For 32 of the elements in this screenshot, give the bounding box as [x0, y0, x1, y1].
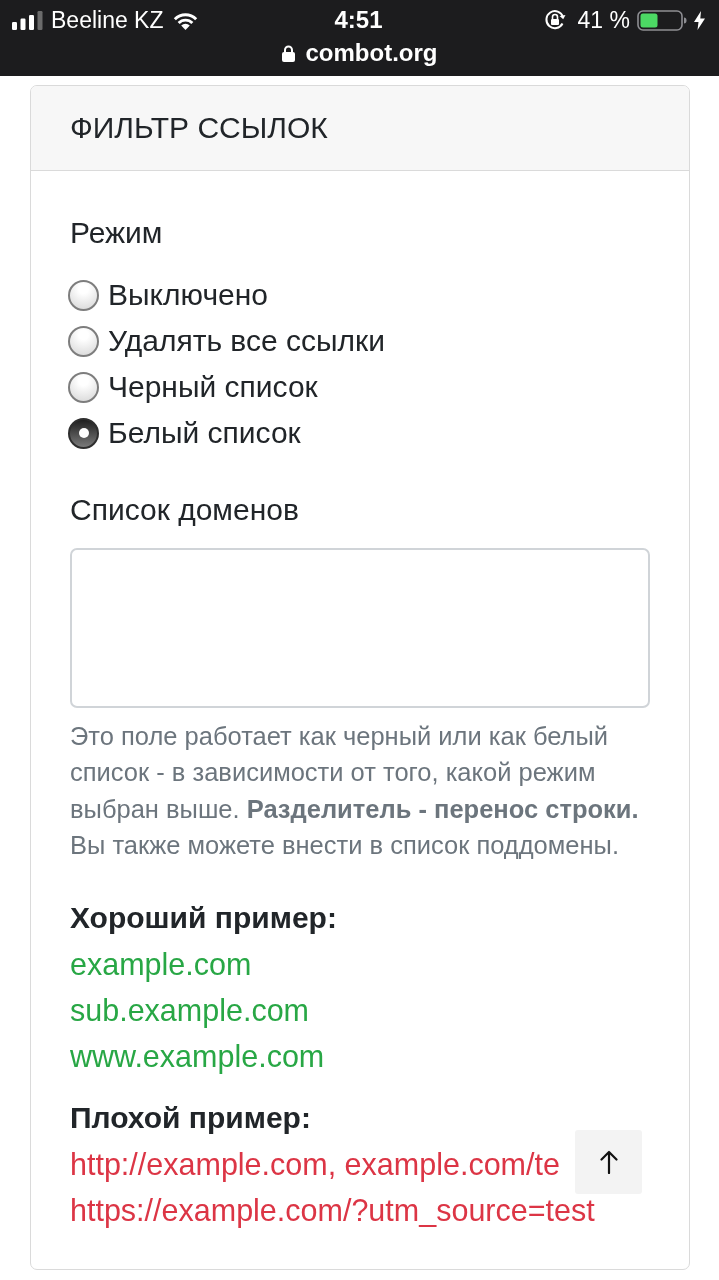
option-label[interactable]: Удалять все ссылки — [108, 324, 385, 358]
lock-icon — [281, 44, 295, 62]
clock-time: 4:51 — [334, 6, 383, 34]
option-label[interactable]: Черный список — [108, 370, 318, 404]
good-example-text: www.example.com — [70, 1038, 325, 1074]
option-label[interactable]: Белый список — [108, 416, 301, 450]
example-heading: Хороший пример: — [70, 900, 337, 937]
radio-button[interactable] — [68, 371, 99, 403]
radio-button[interactable] — [68, 417, 99, 449]
card-title: ФИЛЬТР ССЫЛОК — [70, 111, 328, 145]
charging-bolt-icon — [694, 10, 705, 30]
domains-label: Список доменов — [70, 492, 299, 528]
domain-list-field[interactable] — [70, 548, 650, 708]
radio-button[interactable] — [68, 325, 99, 357]
help-text: Это поле работает как черный или как белый список - в зависимости от того, какой режим выбран выше. Разделитель - перенос строки. Вы также можете внести в список поддомены. — [70, 721, 640, 861]
bad-example-text: http://example.com, example.com/te — [70, 1146, 560, 1182]
good-example-text: sub.example.com — [70, 992, 310, 1028]
mode-label: Режим — [70, 215, 163, 251]
battery-percent: 41 % — [577, 6, 630, 34]
wifi-icon — [171, 10, 199, 30]
example-heading: Плохой пример: — [70, 1100, 311, 1137]
battery-icon — [637, 9, 687, 31]
scroll-to-top-button[interactable] — [575, 1130, 642, 1194]
page-url: combot.org — [305, 39, 438, 67]
signal-icon — [12, 10, 43, 30]
carrier-name: Beeline KZ — [51, 6, 164, 34]
rotation-lock-icon — [543, 9, 566, 31]
good-example-text: example.com — [70, 946, 252, 982]
radio-button[interactable] — [68, 279, 99, 311]
option-label[interactable]: Выключено — [108, 278, 268, 312]
arrow-up-icon — [599, 1150, 618, 1174]
bad-example-text: https://example.com/?utm_source=test — [70, 1192, 595, 1228]
